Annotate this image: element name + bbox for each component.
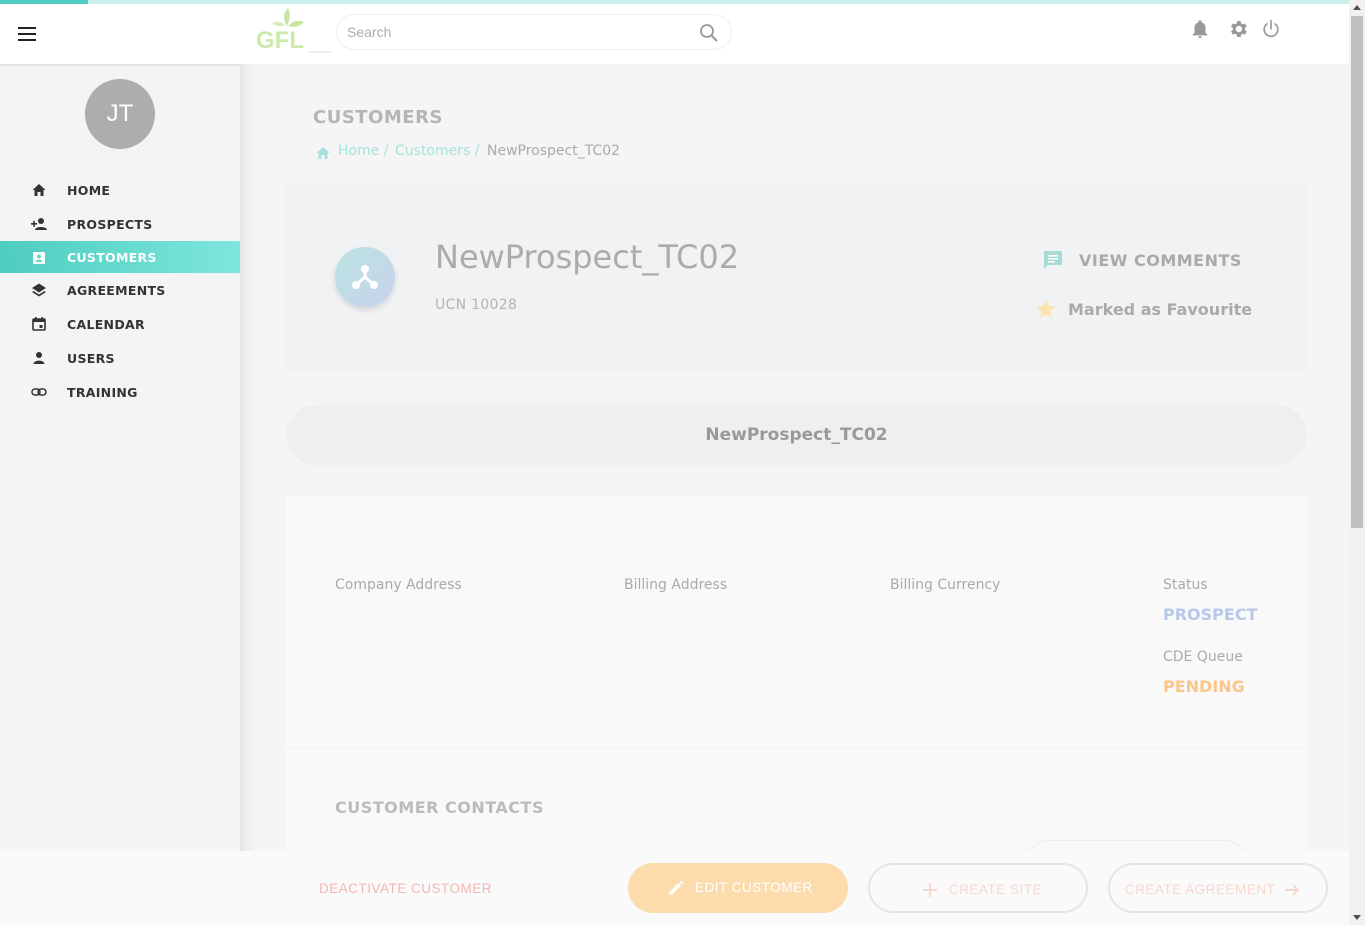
action-bar: DEACTIVATE CUSTOMER EDIT CUSTOMER CREATE…	[0, 851, 1349, 925]
person-icon	[33, 352, 45, 364]
customer-avatar	[335, 247, 395, 307]
cde-queue-value: PENDING	[1163, 677, 1245, 696]
customer-header-card: NewProspect_TC02 UCN 10028 VIEW COMMENTS…	[286, 184, 1307, 372]
layers-icon	[32, 283, 46, 297]
breadcrumb-home-link[interactable]: Home /	[338, 143, 389, 159]
star-icon	[1036, 299, 1056, 318]
page-title: CUSTOMERS	[313, 107, 443, 128]
contact-card-icon	[33, 252, 45, 264]
deactivate-customer-button[interactable]: DEACTIVATE CUSTOMER	[319, 881, 492, 896]
scrollbar-thumb[interactable]	[1351, 16, 1363, 528]
billing-address-label: Billing Address	[624, 577, 728, 593]
create-site-button[interactable]: CREATE SITE	[868, 863, 1088, 913]
edit-customer-label: EDIT CUSTOMER	[695, 880, 813, 895]
sidebar-nav: HOME PROSPECTS CUSTOMERS AGREEMENTS CALE…	[0, 173, 240, 409]
favourite-label: Marked as Favourite	[1068, 300, 1253, 319]
sidebar-item-calendar[interactable]: CALENDAR	[0, 307, 240, 341]
sidebar-item-label: CALENDAR	[67, 317, 145, 332]
sidebar-shadow	[240, 64, 254, 925]
sidebar-item-prospects[interactable]: PROSPECTS	[0, 207, 240, 241]
breadcrumb-current: NewProspect_TC02	[487, 143, 621, 159]
home-icon[interactable]	[315, 145, 331, 161]
home-icon	[32, 184, 46, 196]
customer-name-bar: NewProspect_TC02	[286, 405, 1307, 465]
menu-icon[interactable]	[18, 27, 36, 41]
top-progress-bar	[0, 0, 1349, 4]
scroll-up-arrow[interactable]	[1353, 5, 1361, 10]
create-agreement-label: CREATE AGREEMENT	[1125, 882, 1276, 897]
create-site-label: CREATE SITE	[949, 882, 1043, 897]
status-value: PROSPECT	[1163, 605, 1258, 624]
comment-icon	[1044, 251, 1062, 269]
customer-name: NewProspect_TC02	[435, 238, 740, 276]
sidebar-item-home[interactable]: HOME	[0, 173, 240, 207]
company-address-label: Company Address	[335, 577, 462, 593]
search-icon[interactable]	[699, 23, 719, 43]
sidebar-item-label: TRAINING	[67, 385, 138, 400]
power-icon[interactable]	[1260, 18, 1282, 40]
sidebar-item-label: AGREEMENTS	[67, 283, 166, 298]
calendar-icon	[32, 317, 46, 331]
svg-text:GFL: GFL	[256, 27, 304, 54]
header-shadow	[0, 64, 240, 67]
cde-queue-label: CDE Queue	[1163, 649, 1243, 665]
sidebar: JT HOME PROSPECTS CUSTOMERS AGREEMENTS C…	[0, 64, 240, 925]
gear-icon[interactable]	[1227, 18, 1249, 40]
search-input[interactable]	[347, 24, 687, 40]
top-progress-fill	[0, 0, 88, 4]
status-label: Status	[1163, 577, 1208, 593]
section-divider	[286, 748, 1307, 749]
gfl-logo: GFL	[254, 6, 334, 56]
add-person-icon	[31, 218, 47, 230]
sidebar-item-agreements[interactable]: AGREEMENTS	[0, 273, 240, 307]
customer-ucn: UCN 10028	[435, 297, 518, 313]
bell-icon[interactable]	[1189, 18, 1211, 40]
breadcrumb-customers-link[interactable]: Customers /	[395, 143, 479, 159]
view-comments-label: VIEW COMMENTS	[1079, 251, 1242, 270]
app-header: GFL	[0, 4, 1349, 67]
user-avatar[interactable]: JT	[85, 79, 155, 149]
plus-icon	[923, 883, 937, 897]
search-box	[336, 14, 732, 50]
sidebar-item-label: HOME	[67, 183, 111, 198]
sidebar-item-label: PROSPECTS	[67, 217, 153, 232]
sidebar-item-label: CUSTOMERS	[67, 250, 157, 265]
arrow-right-icon	[1285, 884, 1300, 896]
edit-customer-button[interactable]: EDIT CUSTOMER	[628, 863, 848, 913]
sidebar-item-customers[interactable]: CUSTOMERS	[0, 241, 240, 273]
hierarchy-icon	[352, 265, 378, 289]
sidebar-item-label: USERS	[67, 351, 115, 366]
pencil-icon	[669, 880, 684, 895]
customer-contacts-title: CUSTOMER CONTACTS	[335, 798, 544, 817]
link-icon	[31, 388, 47, 396]
sidebar-item-users[interactable]: USERS	[0, 341, 240, 375]
scroll-down-arrow[interactable]	[1353, 915, 1361, 920]
create-agreement-button[interactable]: CREATE AGREEMENT	[1108, 863, 1328, 913]
page-scrollbar[interactable]	[1349, 0, 1365, 925]
billing-currency-label: Billing Currency	[890, 577, 1001, 593]
sidebar-item-training[interactable]: TRAINING	[0, 375, 240, 409]
